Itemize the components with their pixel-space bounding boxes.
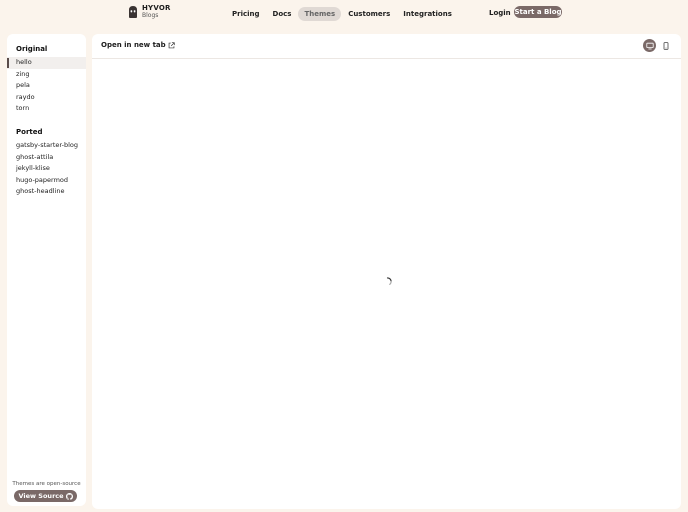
brand-product: Blogs — [142, 12, 159, 19]
github-icon — [65, 492, 73, 500]
login-link[interactable]: Login — [489, 9, 511, 17]
external-link-icon — [168, 41, 175, 48]
preview-toolbar: Open in new tab — [92, 34, 681, 59]
brand-name: HYVOR — [142, 4, 171, 12]
nav-item-themes[interactable]: Themes — [298, 7, 342, 21]
theme-item-ghost-attila[interactable]: ghost-attila — [7, 152, 86, 164]
theme-preview-panel: Open in new tab — [92, 34, 681, 509]
theme-item-jekyll-klise[interactable]: jekyll-klise — [7, 163, 86, 175]
mobile-view-button[interactable] — [659, 39, 672, 52]
desktop-icon — [645, 42, 654, 49]
theme-item-gatsby-starter-blog[interactable]: gatsby-starter-blog — [7, 140, 86, 152]
original-theme-list: hello zing pela raydo torn — [7, 57, 86, 115]
theme-item-hugo-papermod[interactable]: hugo-papermod — [7, 175, 86, 187]
open-in-new-tab-label: Open in new tab — [101, 41, 166, 49]
ported-theme-list: gatsby-starter-blog ghost-attila jekyll-… — [7, 140, 86, 198]
theme-item-torn[interactable]: torn — [7, 103, 86, 115]
theme-sidebar: Original hello zing pela raydo torn Port… — [7, 34, 86, 506]
open-in-new-tab-link[interactable]: Open in new tab — [101, 41, 175, 49]
start-blog-button[interactable]: Start a Blog — [514, 6, 562, 18]
view-source-button[interactable]: View Source — [14, 490, 77, 502]
view-source-label: View Source — [18, 492, 64, 500]
nav-item-customers[interactable]: Customers — [342, 7, 396, 21]
theme-item-zing[interactable]: zing — [7, 69, 86, 81]
nav-item-pricing[interactable]: Pricing — [226, 7, 266, 21]
nav-item-integrations[interactable]: Integrations — [397, 7, 458, 21]
ported-heading: Ported — [16, 128, 43, 136]
main-nav: Pricing Docs Themes Customers Integratio… — [226, 7, 459, 21]
nav-item-docs[interactable]: Docs — [267, 7, 298, 21]
mobile-icon — [663, 41, 668, 50]
loading-spinner-icon — [386, 277, 392, 285]
hyvor-logo-icon — [129, 6, 137, 18]
site-header: HYVOR Blogs Pricing Docs Themes Customer… — [0, 0, 688, 24]
desktop-view-button[interactable] — [643, 39, 656, 52]
theme-item-ghost-headline[interactable]: ghost-headline — [7, 186, 86, 198]
hyvor-blogs-logo[interactable]: HYVOR Blogs — [128, 5, 171, 19]
theme-item-hello[interactable]: hello — [7, 57, 86, 69]
open-source-note: Themes are open-source — [12, 481, 81, 487]
theme-item-pela[interactable]: pela — [7, 80, 86, 92]
theme-item-raydo[interactable]: raydo — [7, 92, 86, 104]
original-heading: Original — [16, 45, 48, 53]
